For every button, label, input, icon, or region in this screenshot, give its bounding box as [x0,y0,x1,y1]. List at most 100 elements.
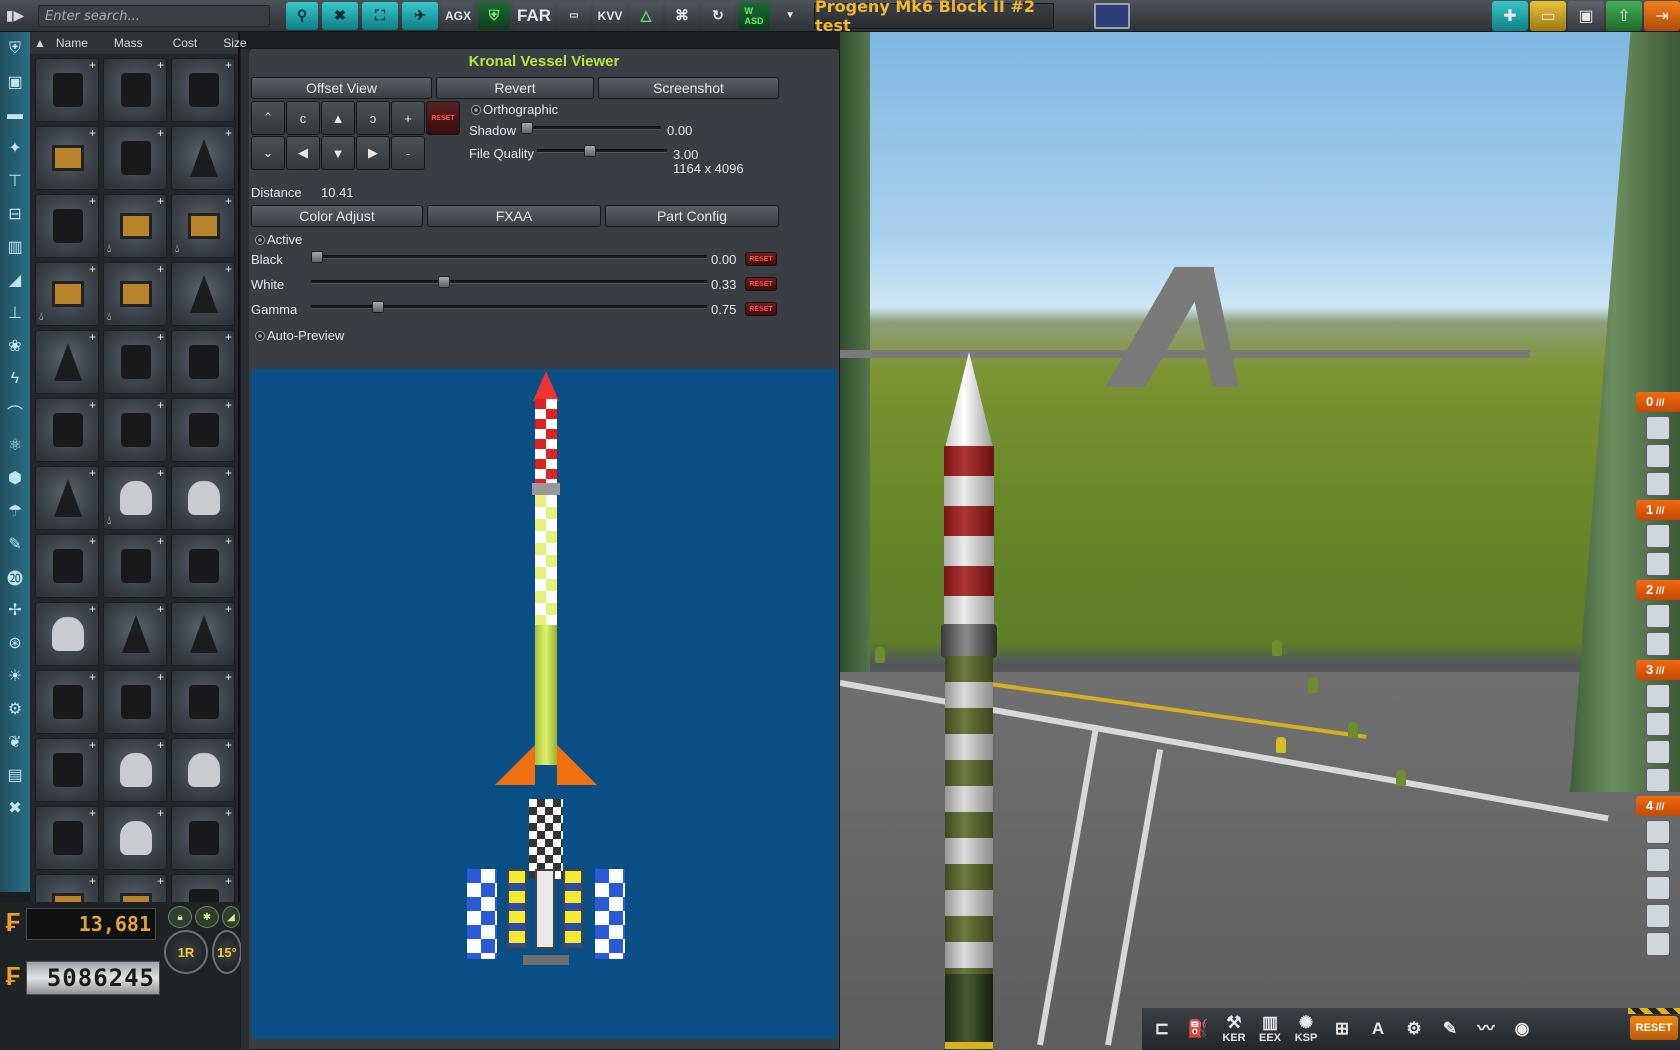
menu-toggle-icon[interactable]: ▮▶ [0,2,30,30]
plus-icon[interactable]: + [225,126,232,140]
plus-icon[interactable]: + [89,466,96,480]
stage-part-icon[interactable] [1646,768,1670,792]
lock-icon[interactable]: 🔒︎ [168,906,192,928]
stage-part-icon[interactable] [1646,472,1670,496]
view-reset-button[interactable]: RESET [426,101,460,135]
part-item[interactable]: + [171,670,235,734]
active-radio[interactable] [255,235,265,245]
grid-mod-icon[interactable]: ⌘ [666,1,699,30]
move-left-button[interactable]: ◀ [286,136,320,170]
part-item[interactable]: + [35,534,99,598]
stage-part-icon[interactable] [1646,632,1670,656]
ground-icon[interactable]: ⊥ [0,296,30,329]
auto-preview-radio[interactable] [255,331,265,341]
part-item[interactable]: + [35,126,99,190]
stage-part-icon[interactable] [1646,932,1670,956]
zoom-out-button[interactable]: - [391,136,425,170]
plus-icon[interactable]: + [89,602,96,616]
plus-icon[interactable]: + [157,262,164,276]
filter-icon[interactable]: ⚲ [286,1,318,30]
revert-button[interactable]: Revert [436,77,594,99]
kvv-scrollbar[interactable] [241,49,249,1050]
angle-snap-button[interactable]: 15° [212,930,242,974]
plus-icon[interactable]: + [225,738,232,752]
plus-icon[interactable]: + [225,330,232,344]
kb-icon[interactable]: ⓴ [0,560,30,593]
stage-part-icon[interactable] [1646,552,1670,576]
plus-icon[interactable]: + [225,806,232,820]
tilt-down-button[interactable]: ⌄ [251,136,285,170]
save-icon[interactable]: ▣ [1568,1,1604,31]
cargo-icon[interactable]: ⬢ [0,461,30,494]
light-icon[interactable]: ☀ [0,659,30,692]
autopilot-icon[interactable]: A [1362,1011,1394,1047]
part-item[interactable]: + [35,738,99,802]
plus-icon[interactable]: + [157,330,164,344]
plus-icon[interactable]: + [225,874,232,888]
structural-icon[interactable]: ⊤ [0,164,30,197]
plus-icon[interactable]: + [89,398,96,412]
load-icon[interactable]: ▭ [1530,1,1566,31]
electrical-icon[interactable]: ϟ [0,362,30,395]
pod-icon[interactable]: ▣ [0,65,30,98]
vessel-preview[interactable] [251,369,837,1039]
move-down-button[interactable]: ▼ [321,136,355,170]
white-reset-button[interactable]: RESET [745,277,777,291]
gamma-reset-button[interactable]: RESET [745,302,777,316]
rocket-3d-model[interactable] [941,352,997,1050]
file-quality-slider-thumb[interactable] [584,145,597,157]
antenna-icon[interactable]: ◉ [1506,1011,1538,1047]
far-button[interactable]: FAR [514,1,555,30]
plus-icon[interactable]: + [157,126,164,140]
stage-part-icon[interactable] [1646,416,1670,440]
agx-button[interactable]: AGX [442,1,475,30]
black-slider-thumb[interactable] [311,251,323,263]
rotate-right-button[interactable]: ↄ [356,101,390,135]
plus-icon[interactable]: + [89,194,96,208]
symmetry-mode-button[interactable]: 1R [164,930,208,974]
stage-part-icon[interactable] [1646,604,1670,628]
rotor-icon[interactable]: ✢ [0,593,30,626]
parachute-icon[interactable]: ☂ [0,494,30,527]
part-item[interactable]: + [103,602,167,666]
move-right-button[interactable]: ▶ [356,136,390,170]
payload-icon[interactable]: ▥ [0,230,30,263]
communication-icon[interactable]: ⌒ [0,395,30,428]
part-item[interactable]: + [171,58,235,122]
kk-icon[interactable]: ⊞ [1326,1011,1358,1047]
stage-part-icon[interactable] [1646,712,1670,736]
flag-icon[interactable] [1094,2,1131,29]
part-item[interactable]: + 💧︎ [103,262,167,326]
delta-v-icon[interactable]: △ [630,1,663,30]
gamma-slider[interactable] [311,305,707,309]
part-item[interactable]: + [35,398,99,462]
stage-part-icon[interactable] [1646,684,1670,708]
plus-icon[interactable]: + [157,874,164,888]
part-item[interactable]: + 💧︎ [103,466,167,530]
stage-header[interactable]: 0 /// [1636,392,1680,412]
move-up-button[interactable]: ▲ [321,101,355,135]
part-config-button[interactable]: Part Config [605,205,779,227]
gamma-slider-thumb[interactable] [372,301,385,313]
stage-part-icon[interactable] [1646,820,1670,844]
shield-icon[interactable]: ⛨ [0,32,30,65]
sort-mass[interactable]: Mass [114,36,143,50]
plus-icon[interactable]: + [157,670,164,684]
shadow-slider[interactable] [521,126,661,130]
part-item[interactable]: + [171,126,235,190]
white-slider[interactable] [311,280,707,284]
plus-icon[interactable]: + [225,602,232,616]
sort-cost[interactable]: Cost [173,36,198,50]
black-slider[interactable] [311,255,707,259]
stage-part-icon[interactable] [1646,524,1670,548]
plus-icon[interactable]: + [89,58,96,72]
plus-icon[interactable]: + [157,194,164,208]
part-item[interactable]: + [171,738,235,802]
sort-size[interactable]: Size [223,36,246,50]
chevron-down-icon[interactable]: ▼ [774,2,806,30]
rotate-mod-icon[interactable]: ↻ [702,1,735,30]
stage-part-icon[interactable] [1646,740,1670,764]
fuel-tank-icon[interactable]: ▬ [0,98,30,131]
launch-clamp-icon[interactable]: ⊏ [1146,1011,1178,1047]
snap-icon[interactable]: ◢ [222,906,240,928]
